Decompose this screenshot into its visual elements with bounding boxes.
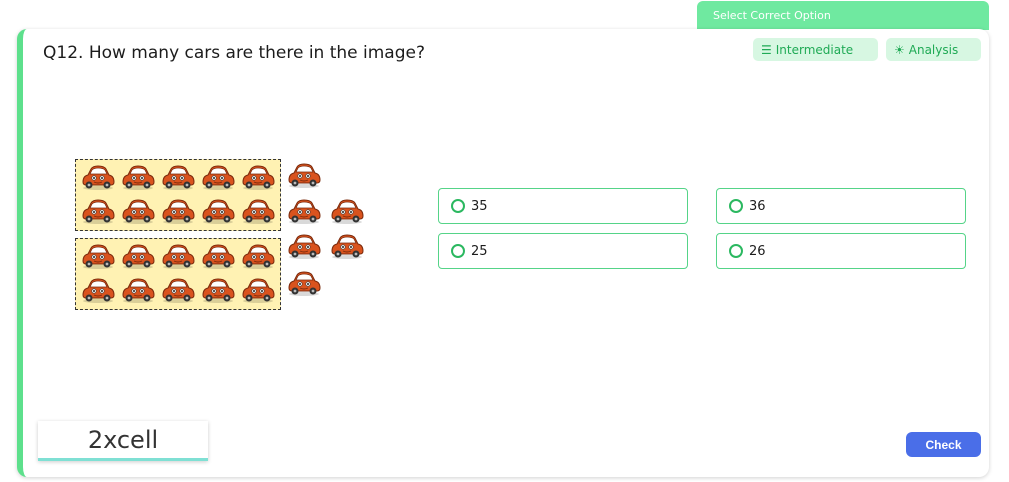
answer-options: 35 36 25 26	[438, 188, 968, 272]
sort-up-icon: ☰	[761, 42, 772, 57]
page: Select Correct Option Q12. How many cars…	[0, 0, 1009, 482]
car-icon	[329, 232, 365, 260]
question-card: Q12. How many cars are there in the imag…	[17, 29, 989, 477]
car-icon	[240, 197, 276, 225]
difficulty-tag: ☰ Intermediate	[753, 38, 878, 61]
car-icon	[286, 161, 322, 189]
car-icon	[160, 163, 196, 191]
car-icon	[120, 163, 156, 191]
car-icon	[200, 197, 236, 225]
car-icon	[240, 242, 276, 270]
car-icon	[286, 269, 322, 297]
car-icon	[200, 276, 236, 304]
car-icon	[120, 242, 156, 270]
car-icon	[160, 242, 196, 270]
cars-figure	[69, 157, 369, 312]
bulb-icon: ☀	[894, 42, 905, 57]
car-icon	[160, 197, 196, 225]
car-icon	[329, 197, 365, 225]
skill-label: Analysis	[908, 42, 959, 57]
option-b-label: 36	[749, 198, 766, 214]
car-icon	[80, 197, 116, 225]
car-icon	[80, 242, 116, 270]
radio-icon[interactable]	[451, 244, 465, 258]
car-icon	[120, 197, 156, 225]
check-button[interactable]: Check	[906, 432, 981, 457]
select-option-tab: Select Correct Option	[697, 1, 989, 30]
car-group-1	[75, 159, 281, 231]
car-icon	[200, 242, 236, 270]
car-icon	[160, 276, 196, 304]
option-d[interactable]: 26	[716, 233, 966, 269]
car-icon	[80, 163, 116, 191]
car-icon	[286, 232, 322, 260]
brand-logo: 2xcell	[38, 421, 208, 461]
option-d-label: 26	[749, 243, 766, 259]
car-icon	[80, 276, 116, 304]
difficulty-label: Intermediate	[775, 42, 854, 57]
option-c-label: 25	[471, 243, 488, 259]
car-icon	[240, 163, 276, 191]
option-a-label: 35	[471, 198, 488, 214]
car-icon	[286, 197, 322, 225]
radio-icon[interactable]	[729, 244, 743, 258]
option-c[interactable]: 25	[438, 233, 688, 269]
logo-wordmark: 2xcell	[87, 425, 159, 454]
question-text: Q12. How many cars are there in the imag…	[43, 43, 425, 63]
radio-icon[interactable]	[729, 199, 743, 213]
car-group-2	[75, 238, 281, 310]
car-icon	[240, 276, 276, 304]
car-icon	[120, 276, 156, 304]
skill-tag: ☀ Analysis	[886, 38, 981, 61]
option-b[interactable]: 36	[716, 188, 966, 224]
car-icon	[200, 163, 236, 191]
option-a[interactable]: 35	[438, 188, 688, 224]
radio-icon[interactable]	[451, 199, 465, 213]
